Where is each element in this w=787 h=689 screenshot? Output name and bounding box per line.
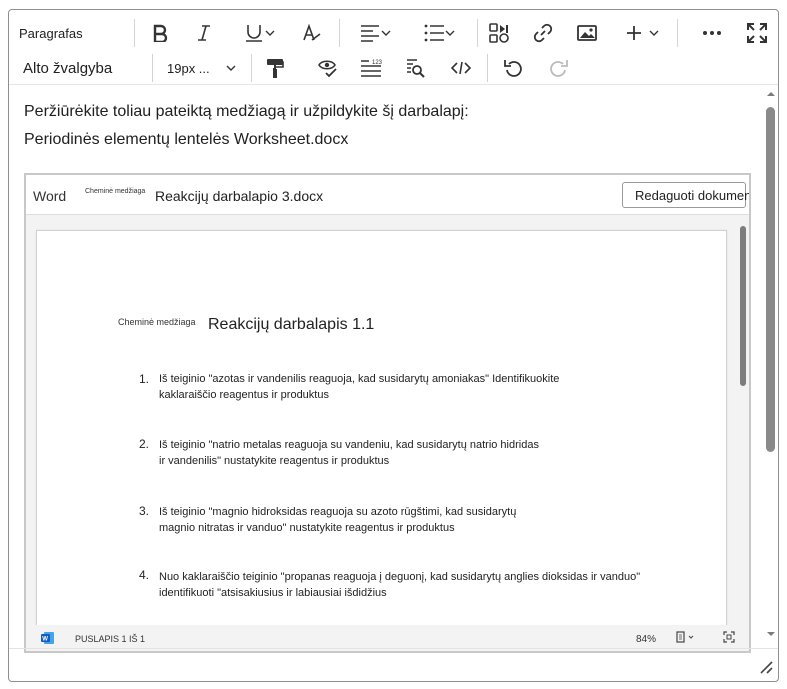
alignment-style-dropdown[interactable]: Alto žvalgyba [23, 53, 143, 83]
chevron-down-icon [381, 30, 391, 36]
document-scrollbar[interactable] [740, 226, 746, 386]
more-icon [703, 31, 721, 35]
list-dropdown[interactable] [417, 18, 463, 48]
source-code-icon [451, 61, 471, 75]
format-painter-button[interactable] [262, 53, 288, 83]
list-item-text: identifikuoti "atsisakiusius ir labiausi… [159, 587, 387, 599]
scroll-down-arrow-icon[interactable] [765, 630, 777, 638]
fullscreen-icon [747, 23, 767, 43]
insert-dropdown[interactable] [621, 18, 665, 48]
redo-button[interactable] [545, 53, 571, 83]
format-painter-icon [267, 59, 284, 78]
status-divider [9, 648, 778, 649]
view-mode-icon[interactable] [676, 631, 696, 643]
chevron-down-icon [649, 30, 659, 36]
list-item-text: Iš teiginio "natrio metalas reaguoja su … [159, 439, 539, 451]
text-format-button[interactable] [299, 18, 325, 48]
toolbar-separator [134, 19, 135, 47]
spellcheck-icon [318, 60, 337, 78]
list-icon [424, 24, 444, 42]
text-format-icon [303, 23, 321, 41]
bold-button[interactable] [147, 18, 173, 48]
toolbar-separator [339, 19, 340, 47]
edit-document-label: Redaguoti dokumentą [635, 187, 751, 203]
list-item-text: ir vandenilis" nustatykite reagentus ir … [159, 455, 390, 467]
undo-icon [504, 60, 522, 77]
link-icon [533, 23, 553, 43]
svg-text:123: 123 [372, 60, 382, 66]
undo-button[interactable] [501, 53, 527, 83]
chevron-down-icon [445, 30, 455, 36]
document-title: Reakcijų darbalapis 1.1 [208, 316, 375, 333]
list-item-text: Nuo kaklaraiščio teiginio "propanas reag… [159, 571, 641, 583]
header-prefix: Cheminė medžiaga [85, 188, 146, 195]
instruction-text: Peržiūrėkite toliau pateiktą medžiagą ir… [24, 103, 469, 120]
bold-icon [153, 24, 168, 42]
embedded-word-document[interactable]: Word Cheminė medžiaga Reakcijų darbalapi… [24, 173, 751, 653]
toolbar-separator [477, 19, 478, 47]
word-logo-icon: W [41, 632, 54, 644]
line-spacing-icon: 123 [361, 60, 382, 77]
chevron-down-icon [226, 65, 236, 71]
find-replace-icon [407, 59, 425, 78]
scroll-up-arrow-icon[interactable] [765, 90, 777, 98]
paragraph-style-label: Paragrafas [19, 25, 83, 41]
font-size-dropdown[interactable]: 19px ... [167, 53, 237, 83]
document-page: Cheminė medžiaga Reakcijų darbalapis 1.1… [36, 230, 727, 630]
resize-handle-icon[interactable] [757, 658, 773, 674]
font-size-label: 19px ... [167, 60, 210, 76]
alignment-style-label: Alto žvalgyba [23, 59, 113, 77]
underline-button[interactable] [237, 18, 283, 48]
page-indicator: PUSLAPIS 1 IŠ 1 [75, 634, 146, 644]
source-code-button[interactable] [448, 53, 474, 83]
image-button[interactable] [574, 18, 600, 48]
line-spacing-button[interactable]: 123 [358, 53, 384, 83]
list-item-text: kaklaraiščio reagentus ir produktus [159, 389, 329, 401]
rich-text-editor: Paragrafas Alto žvalgyba 19px ... 123 Pe… [8, 9, 779, 682]
link-button[interactable] [530, 18, 556, 48]
insert-media-button[interactable] [487, 18, 513, 48]
svg-text:W: W [42, 637, 48, 643]
find-replace-button[interactable] [402, 53, 428, 83]
italic-button[interactable] [191, 18, 217, 48]
paragraph-style-dropdown[interactable]: Paragrafas [19, 18, 129, 48]
more-button[interactable] [699, 18, 725, 48]
toolbar-separator [251, 54, 252, 82]
edit-document-button[interactable]: Redaguoti dokumentą [622, 182, 749, 208]
chevron-down-icon [265, 30, 275, 36]
doc-prefix: Cheminė medžiaga [118, 317, 196, 327]
embed-header: Word Cheminė medžiaga Reakcijų darbalapi… [26, 175, 749, 215]
underline-icon [246, 25, 262, 42]
italic-icon [198, 25, 210, 41]
list-item-text: Iš teiginio "azotas ir vandenilis reaguo… [159, 373, 560, 385]
fullscreen-button[interactable] [744, 18, 770, 48]
spellcheck-button[interactable] [315, 53, 341, 83]
toolbar-divider [9, 84, 778, 85]
toolbar-separator [487, 54, 488, 82]
list-item-number: 4. [138, 568, 149, 582]
list-item-number: 2. [138, 437, 149, 451]
list-item-number: 1. [138, 372, 149, 386]
editor-scrollbar[interactable] [766, 107, 775, 452]
plus-icon [627, 26, 641, 40]
image-icon [577, 25, 597, 41]
document-filename: Reakcijų darbalapio 3.docx [155, 188, 324, 204]
list-item-number: 3. [138, 504, 149, 518]
align-dropdown[interactable] [353, 18, 399, 48]
insert-media-icon [489, 23, 509, 43]
toolbar-separator [677, 19, 678, 47]
worksheet-link[interactable]: Periodinės elementų lentelės Worksheet.d… [24, 131, 348, 149]
fit-page-icon[interactable] [723, 631, 735, 643]
word-app-label: Word [33, 188, 67, 204]
toolbar-separator [152, 54, 153, 82]
redo-icon [550, 60, 568, 77]
zoom-level[interactable]: 84% [636, 634, 656, 645]
align-left-icon [361, 25, 379, 42]
list-item-text: magnio nitratas ir vanduo" nustatykite r… [159, 522, 455, 534]
list-item-text: Iš teiginio "magnio hidroksidas reaguoja… [159, 506, 517, 518]
